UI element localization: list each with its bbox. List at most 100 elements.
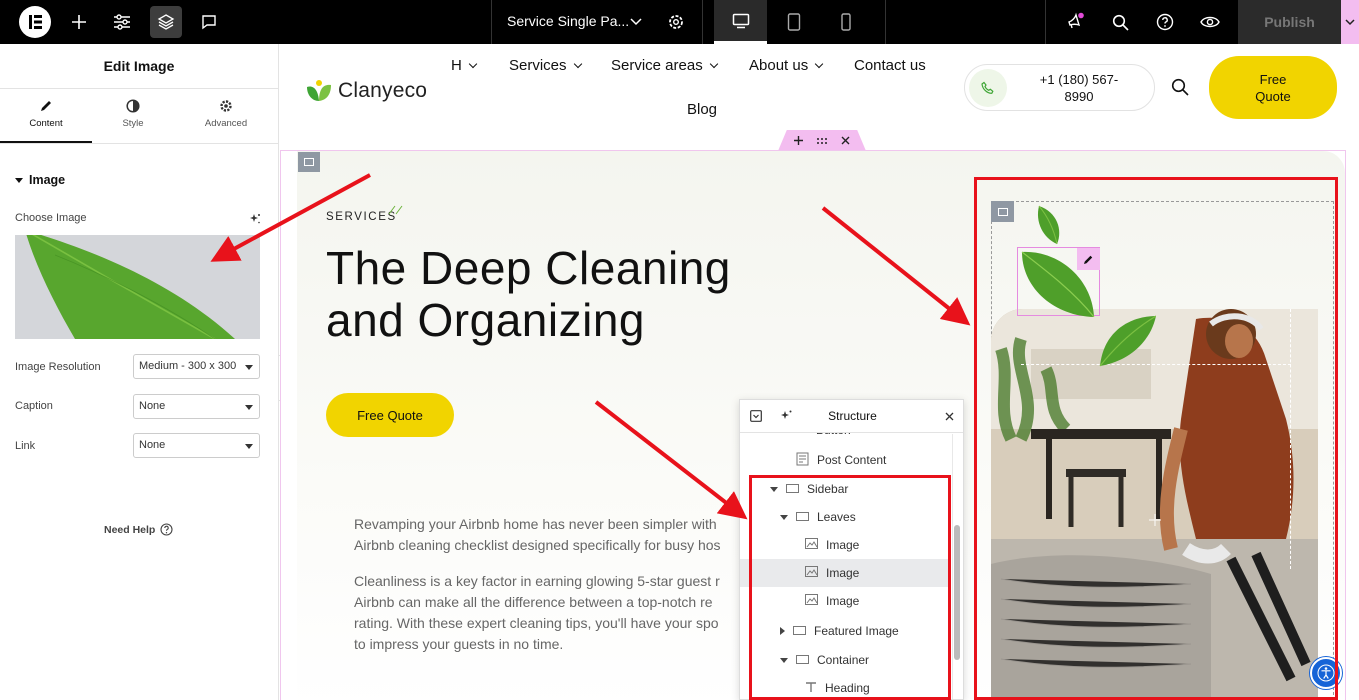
site-logo[interactable]: Clanyeco [305, 79, 427, 103]
chevron-down-icon[interactable] [628, 0, 644, 44]
nav-label: Service areas [611, 57, 703, 74]
chevron-down-icon [573, 59, 582, 69]
tab-content[interactable]: Content [0, 89, 92, 143]
caret-down-icon [245, 405, 253, 410]
caption-value: None [139, 400, 166, 412]
need-help-link[interactable]: Need Help [104, 523, 173, 536]
hero-paragraph-2: Cleanliness is a key factor in earning g… [354, 571, 739, 655]
field-label-link: Link [15, 440, 36, 452]
link-select[interactable]: None [133, 433, 260, 458]
nav-item-services[interactable]: Services [509, 57, 582, 74]
nav-label: Contact us [854, 57, 926, 74]
post-content-icon [796, 452, 809, 469]
tablet-icon[interactable] [781, 0, 807, 44]
eyebrow-slash-icon [388, 205, 403, 215]
sliders-icon[interactable] [109, 0, 135, 44]
nav-item-h[interactable]: H [451, 57, 478, 74]
nav-item-blog[interactable]: Blog [687, 101, 717, 118]
hero-heading: The Deep Cleaning and Organizing [326, 242, 731, 346]
section-handle[interactable] [778, 130, 866, 151]
paragraph-line: Cleanliness is a key factor in earning g… [354, 573, 720, 589]
nav-item-about-us[interactable]: About us [749, 57, 824, 74]
paragraph-line: to impress your guests in no time. [354, 636, 564, 652]
elementor-logo-icon[interactable] [18, 0, 52, 44]
image-resolution-select[interactable]: Medium - 300 x 300 [133, 354, 260, 379]
nav-label: Blog [687, 101, 718, 118]
eye-icon[interactable] [1197, 0, 1223, 44]
comment-icon[interactable] [196, 0, 222, 44]
tab-style[interactable]: Style [87, 89, 179, 143]
nav-label: About us [749, 57, 809, 74]
paragraph-line: Airbnb can make all the difference betwe… [354, 594, 713, 610]
pencil-icon [41, 101, 51, 111]
logo-leaf-icon [307, 80, 331, 101]
tab-advanced[interactable]: Advanced [180, 89, 272, 143]
annotation-box-structure-tree [749, 475, 951, 700]
gear-icon [220, 100, 232, 112]
tab-content-label: Content [29, 118, 63, 129]
hero-paragraph-1: Revamping your Airbnb home has never bee… [354, 514, 739, 556]
paragraph-line: Revamping your Airbnb home has never bee… [354, 516, 717, 532]
leaf-image [26, 235, 235, 339]
structure-title: Structure [828, 409, 877, 423]
choose-image-label: Choose Image [15, 212, 87, 224]
layers-icon[interactable] [150, 6, 182, 38]
field-label-resolution: Image Resolution [15, 361, 101, 373]
phone-icon [969, 69, 1007, 107]
caret-down-icon [245, 365, 253, 370]
page-title[interactable]: Service Single Pa... [507, 13, 629, 29]
image-preview[interactable] [15, 235, 260, 339]
tree-item-post-content[interactable]: Post Content [740, 446, 952, 474]
delete-section-icon[interactable] [841, 136, 850, 145]
desktop-icon[interactable] [714, 0, 767, 44]
structure-scrollbar[interactable] [954, 525, 960, 660]
drag-handle-icon[interactable] [816, 137, 828, 145]
hero-heading-line-1: The Deep Cleaning [326, 242, 731, 294]
nav-label: H [451, 57, 462, 74]
free-quote-header-button[interactable]: Free Quote [1209, 56, 1337, 119]
publish-button[interactable]: Publish [1238, 0, 1341, 44]
hero-heading-line-2: and Organizing [326, 294, 645, 346]
container-handle-icon[interactable] [298, 152, 320, 172]
plus-icon[interactable] [66, 0, 92, 44]
logo-text: Clanyeco [338, 79, 428, 102]
field-label-caption: Caption [15, 400, 53, 412]
caption-select[interactable]: None [133, 394, 260, 419]
section-title: Image [29, 173, 66, 187]
phone-number: +1 (180) 567-8990 [1039, 72, 1119, 104]
paragraph-line: Airbnb cleaning checklist designed speci… [354, 537, 721, 553]
chevron-down-icon [468, 59, 478, 69]
image-resolution-value: Medium - 300 x 300 [139, 360, 237, 372]
search-icon[interactable] [1107, 0, 1133, 44]
nav-item-service-areas[interactable]: Service areas [611, 57, 718, 74]
mobile-icon[interactable] [834, 0, 858, 44]
need-help-label: Need Help [104, 523, 156, 536]
tab-advanced-label: Advanced [204, 118, 248, 129]
free-quote-hero-button[interactable]: Free Quote [326, 393, 454, 437]
caret-down-icon [15, 177, 23, 183]
tab-style-label: Style [122, 118, 144, 129]
tree-item-label: Post Content [817, 453, 887, 467]
publish-options-chevron-icon[interactable] [1341, 0, 1359, 44]
nav-label: Services [509, 57, 567, 74]
half-circle-icon [126, 99, 140, 113]
caret-down-icon [245, 444, 253, 449]
link-value: None [139, 439, 166, 451]
help-icon[interactable] [1152, 0, 1178, 44]
editor-topbar: Service Single Pa... Publish [0, 0, 1359, 44]
phone-pill[interactable]: +1 (180) 567-8990 [964, 64, 1155, 111]
help-icon [160, 523, 173, 536]
panel-title: Edit Image [0, 44, 278, 89]
whats-new-icon[interactable] [1062, 0, 1088, 44]
nav-item-contact-us[interactable]: Contact us [854, 57, 926, 74]
add-section-icon[interactable] [794, 136, 803, 145]
section-image-toggle[interactable]: Image [15, 173, 65, 187]
search-icon[interactable] [1171, 78, 1189, 101]
ai-sparkle-icon[interactable] [249, 212, 261, 230]
gear-icon[interactable] [664, 0, 688, 44]
chevron-down-icon [814, 59, 824, 69]
paragraph-line: rating. With these expert cleaning tips,… [354, 615, 719, 631]
chevron-down-icon [709, 59, 718, 69]
close-icon[interactable] [945, 412, 954, 421]
annotation-box-image-area [974, 177, 1338, 700]
